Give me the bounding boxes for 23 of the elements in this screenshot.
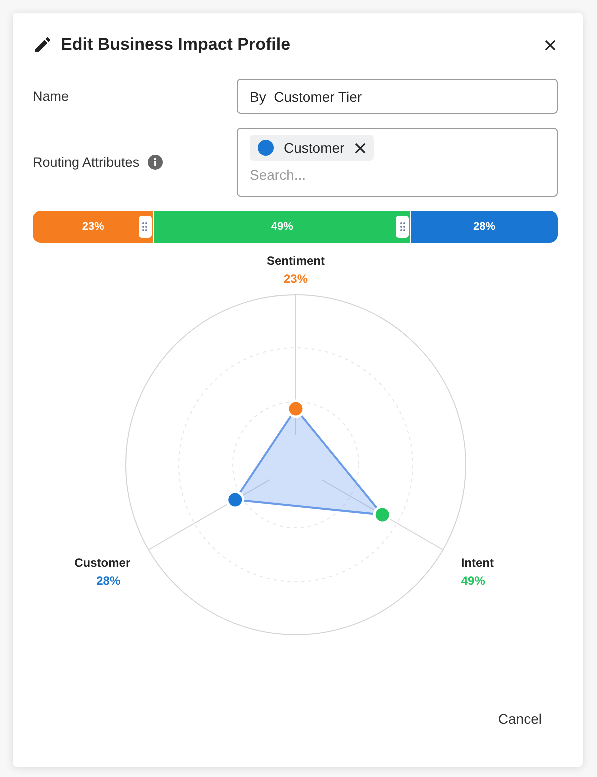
field-label: Routing Attributes: [33, 155, 140, 170]
dialog-title: Edit Business Impact Profile: [61, 35, 292, 55]
attribute-select-field[interactable]: Customer Search...: [237, 128, 558, 197]
drag-handle[interactable]: [138, 216, 152, 238]
remove-icon[interactable]: [354, 142, 366, 154]
info-icon[interactable]: [148, 155, 163, 170]
axis-label: Sentiment: [267, 254, 325, 268]
pencil-icon: [33, 35, 53, 55]
axis-label: Intent: [461, 556, 494, 570]
axis-label: Customer: [74, 556, 131, 570]
attribute-chip[interactable]: Customer: [250, 135, 374, 161]
axis-value: 23%: [284, 272, 308, 286]
axis-value: 49%: [461, 574, 486, 588]
field-label: Name: [33, 89, 70, 104]
name-field[interactable]: By Customer Tier: [237, 79, 558, 114]
chip-label: Customer: [284, 140, 345, 156]
weight-percent: 28%: [473, 221, 496, 233]
axis-value: 28%: [96, 574, 121, 588]
cancel-button[interactable]: Cancel: [482, 703, 558, 735]
weight-percent: 23%: [82, 221, 104, 233]
close-icon[interactable]: [545, 40, 556, 50]
drag-handle[interactable]: [396, 216, 409, 238]
weight-percent: 49%: [271, 221, 294, 233]
